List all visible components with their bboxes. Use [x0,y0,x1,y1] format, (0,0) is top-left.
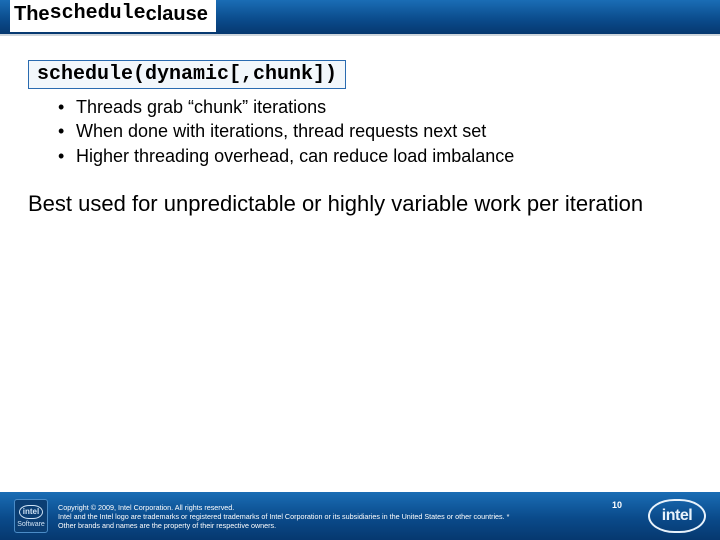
bullet-item: Threads grab “chunk” iterations [58,95,692,119]
intel-badge-icon: intel [19,505,43,519]
footer-trademark: Intel and the Intel logo are trademarks … [58,512,528,530]
slide: The schedule clause schedule(dynamic[,ch… [0,0,720,540]
footer-copy: Copyright © 2009, Intel Corporation. All… [58,503,528,530]
bullet-item: Higher threading overhead, can reduce lo… [58,144,692,168]
footer-bar: intel Software Copyright © 2009, Intel C… [0,492,720,540]
title-bar: The schedule clause [0,0,720,36]
intel-software-badge: intel Software [14,499,48,533]
slide-title: The schedule clause [10,0,216,32]
bullet-list: Threads grab “chunk” iterations When don… [28,95,692,168]
title-code: schedule [50,0,146,29]
syntax-box: schedule(dynamic[,chunk]) [28,60,346,89]
bullet-item: When done with iterations, thread reques… [58,119,692,143]
footer-copyright: Copyright © 2009, Intel Corporation. All… [58,503,528,512]
page-number: 10 [612,500,622,510]
intel-logo-icon: intel [648,499,706,533]
intel-badge-sub: Software [17,521,45,528]
intel-logo: intel [648,499,706,533]
title-mid: clause [146,0,208,29]
title-pre: The [14,0,50,29]
slide-body: schedule(dynamic[,chunk]) Threads grab “… [0,36,720,218]
summary-line: Best used for unpredictable or highly va… [28,190,692,219]
summary-text: Best used for unpredictable or highly va… [28,190,692,219]
